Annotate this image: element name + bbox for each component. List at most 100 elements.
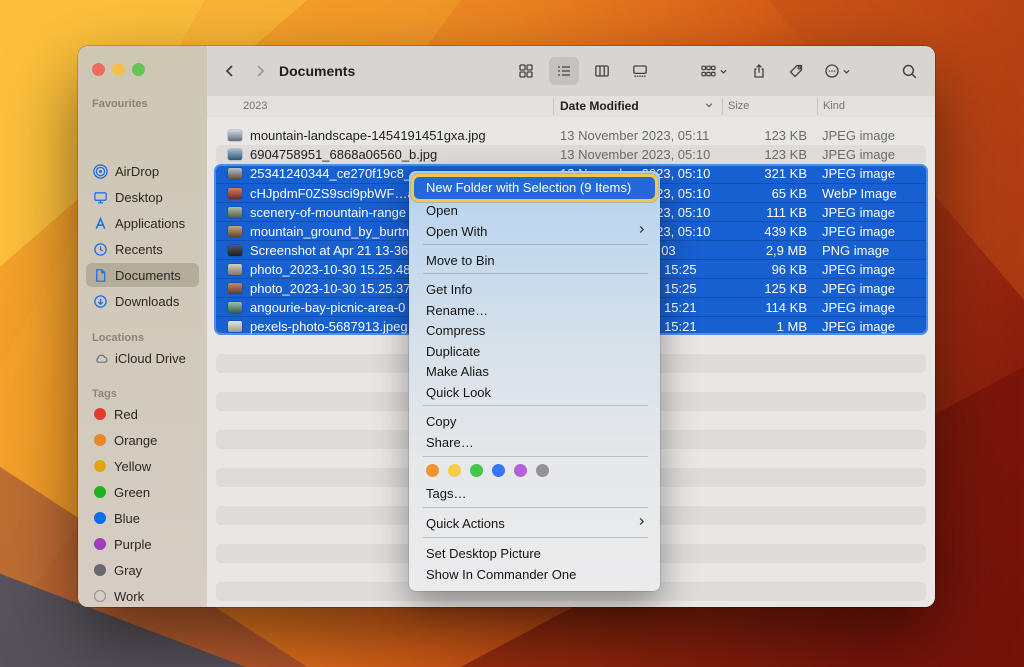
sidebar-item-label: Orange [114,432,158,448]
menu-item-label: Quick Actions [426,516,505,531]
menu-item-get-info[interactable]: Get Info [414,279,655,300]
sidebar-item-tag-purple[interactable]: Purple [86,532,199,556]
share-button[interactable] [744,57,774,85]
sidebar-item-tag-work[interactable]: Work [86,584,199,607]
tag-color-gray[interactable] [536,463,549,477]
group-by-button[interactable] [695,57,733,85]
column-divider[interactable] [817,98,818,115]
cloud-icon [92,350,109,366]
menu-item-rename[interactable]: Rename… [414,300,655,321]
menu-item-copy[interactable]: Copy [414,411,655,432]
file-size: 439 KB [764,224,807,239]
file-name: pexels-photo-5687913.jpeg [250,319,408,334]
sidebar-section-favourites: Favourites [92,98,148,110]
menu-item-open-with[interactable]: Open With [414,221,655,242]
more-actions-button[interactable] [819,57,855,85]
sidebar-item-desktop[interactable]: Desktop [86,185,199,209]
menu-item-show-in-commander-one[interactable]: Show In Commander One [414,564,655,585]
sidebar-item-tag-blue[interactable]: Blue [86,506,199,530]
file-name: scenery-of-mountain-range [250,205,407,220]
sidebar-item-airdrop[interactable]: AirDrop [86,159,199,183]
menu-item-tags[interactable]: Tags… [414,483,655,504]
icon-view-button[interactable] [511,57,541,85]
file-row[interactable]: mountain-landscape-1454191451gxa.jpg 13 … [216,126,926,145]
sidebar-item-tag-yellow[interactable]: Yellow [86,454,199,478]
list-view-button[interactable] [549,57,579,85]
sidebar-item-tag-gray[interactable]: Gray [86,558,199,582]
file-thumbnail [228,188,242,199]
menu-separator [423,456,648,457]
menu-item-open[interactable]: Open [414,200,655,221]
file-kind: JPEG image [822,300,895,315]
tag-dot-yellow [94,460,106,472]
file-name: angourie-bay-picnic-area-0 [250,300,406,315]
window-title: Documents [279,63,356,79]
menu-item-share[interactable]: Share… [414,432,655,453]
tag-color-orange[interactable] [426,463,439,477]
sidebar-item-tag-green[interactable]: Green [86,480,199,504]
tag-dot-purple [94,538,106,550]
chevron-down-icon [842,67,851,76]
menu-item-set-desktop-picture[interactable]: Set Desktop Picture [414,543,655,564]
file-thumbnail [228,168,242,179]
tag-color-blue[interactable] [492,463,505,477]
file-thumbnail [228,264,242,275]
menu-item-new-folder-with-selection[interactable]: New Folder with Selection (9 Items) [414,177,655,199]
file-size: 123 KB [764,147,807,162]
column-view-button[interactable] [587,57,617,85]
sidebar-item-tag-orange[interactable]: Orange [86,428,199,452]
file-name: Screenshot at Apr 21 13-36- [250,243,413,258]
sort-chevron-icon [704,100,714,110]
document-icon [92,267,109,283]
download-icon [92,293,109,309]
column-header-date-modified[interactable]: Date Modified [560,96,639,117]
tag-dot-red [94,408,106,420]
sidebar-item-label: Documents [115,267,181,283]
menu-item-quick-actions[interactable]: Quick Actions [414,513,655,534]
tags-button[interactable] [781,57,811,85]
search-button[interactable] [894,57,924,85]
file-size: 96 KB [771,262,807,277]
sidebar-item-recents[interactable]: Recents [86,237,199,261]
menu-item-move-to-bin[interactable]: Move to Bin [414,250,655,271]
menu-item-compress[interactable]: Compress [414,320,655,341]
menu-separator [423,273,648,274]
column-header-size[interactable]: Size [728,96,749,117]
sidebar-item-label: Downloads [115,293,180,309]
column-divider[interactable] [722,98,723,115]
desktop: { "window": { "title": "Documents" }, "s… [0,0,1024,667]
file-kind: JPEG image [822,147,895,162]
file-name: mountain-landscape-1454191451gxa.jpg [250,128,486,143]
file-name: 25341240344_ce270f19c8_ [250,166,412,181]
menu-item-make-alias[interactable]: Make Alias [414,361,655,382]
applications-icon [92,215,109,231]
sidebar-item-downloads[interactable]: Downloads [86,289,199,313]
file-kind: JPEG image [822,319,895,334]
menu-item-duplicate[interactable]: Duplicate [414,341,655,362]
column-divider[interactable] [553,98,554,115]
file-row[interactable]: 6904758951_6868a06560_b.jpg 13 November … [216,145,926,164]
back-button[interactable] [215,57,245,85]
sidebar-item-applications[interactable]: Applications [86,211,199,235]
file-size: 1 MB [776,319,807,334]
sidebar: Favourites AirDrop Desktop Applications [78,46,208,607]
column-header-kind[interactable]: Kind [823,96,845,117]
airdrop-icon [92,163,109,179]
sidebar-item-documents[interactable]: Documents [86,263,199,287]
tag-color-green[interactable] [470,463,483,477]
menu-item-label: Open With [426,224,488,239]
minimize-button[interactable] [112,63,125,76]
forward-button[interactable] [245,57,275,85]
gallery-view-button[interactable] [625,57,655,85]
menu-item-quick-look[interactable]: Quick Look [414,382,655,403]
tag-color-purple[interactable] [514,463,527,477]
sidebar-item-tag-red[interactable]: Red [86,402,199,426]
file-kind: PNG image [822,243,890,258]
toolbar: Documents [207,46,935,97]
file-size: 125 KB [764,281,807,296]
tag-color-yellow[interactable] [448,463,461,477]
close-button[interactable] [92,63,105,76]
sidebar-item-icloud-drive[interactable]: iCloud Drive [86,346,199,370]
group-header-2023: 2023 [243,100,268,112]
zoom-button[interactable] [132,63,145,76]
